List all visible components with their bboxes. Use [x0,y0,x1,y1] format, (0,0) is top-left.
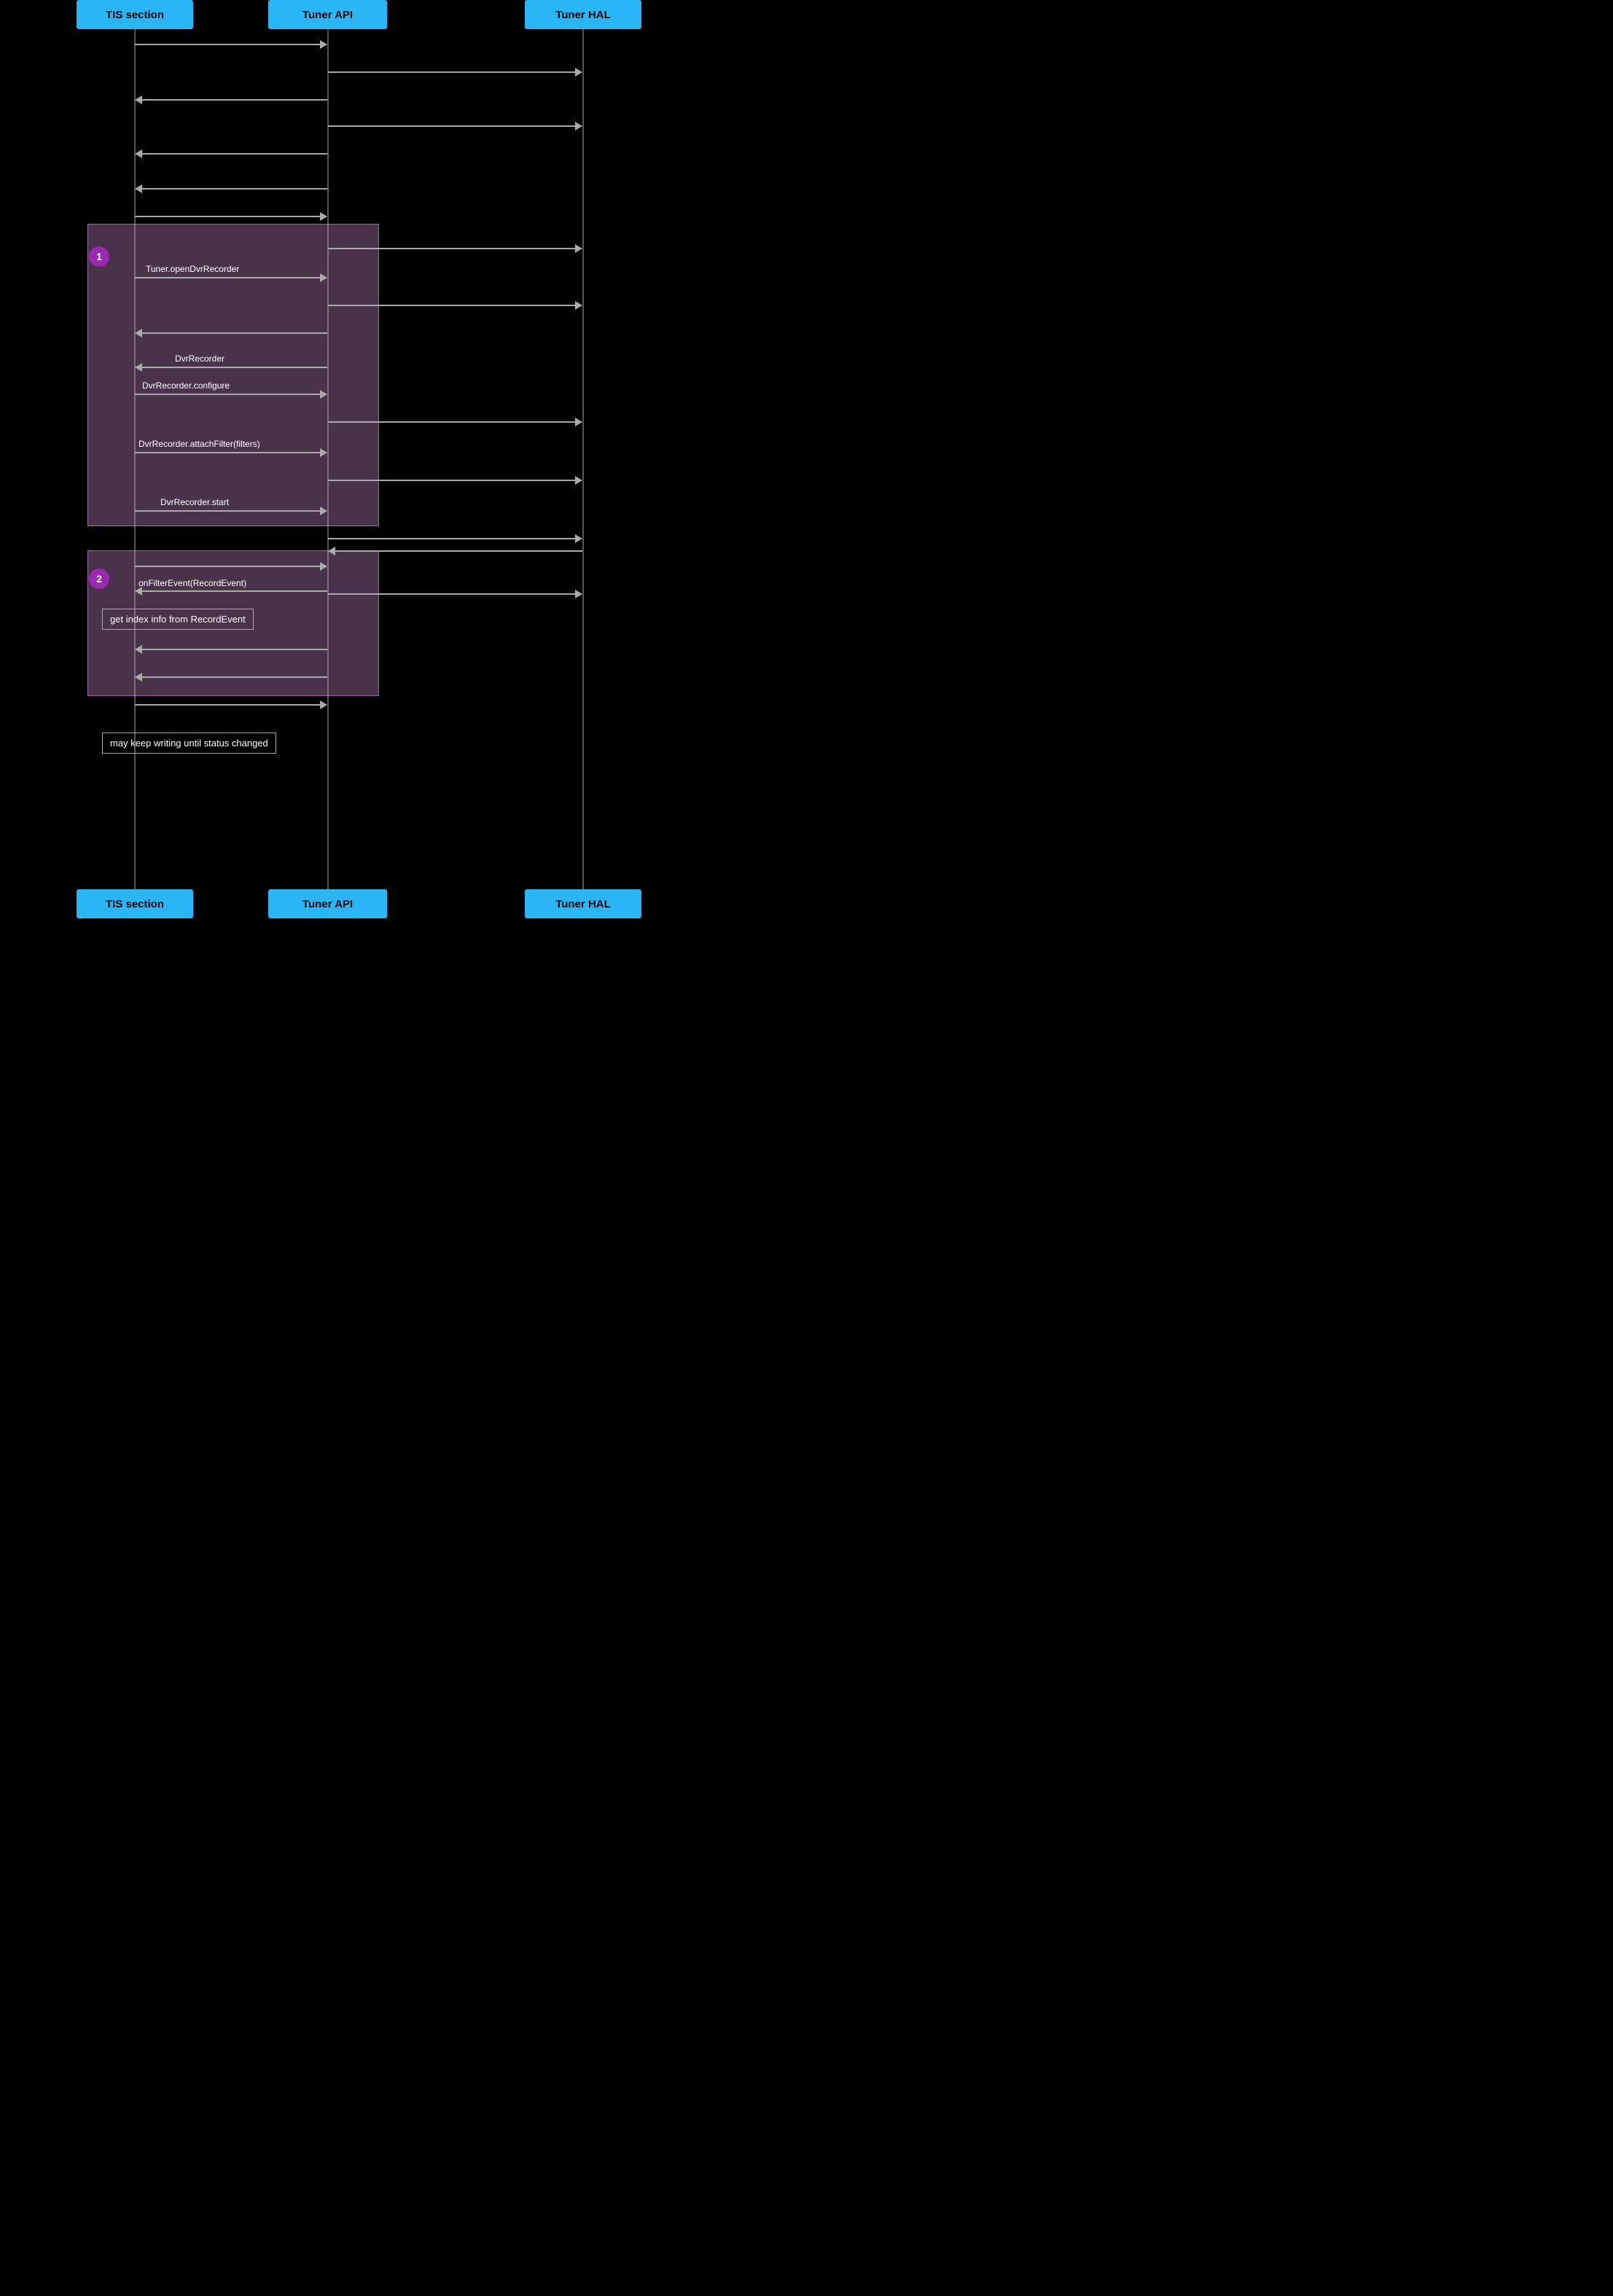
hal-header-bottom: Tuner HAL [525,889,641,918]
api-header-bottom: Tuner API [268,889,387,918]
arrow-5 [136,153,327,155]
api-header-label-bottom: Tuner API [302,898,353,910]
arrow-11 [136,332,327,334]
arrow-21 [329,550,582,552]
arrow-20 [328,593,582,595]
arrow-23 [136,649,327,650]
arrow-14 [328,421,582,423]
api-header-label-top: Tuner API [302,9,353,21]
arrow-dvr-recorder [136,367,327,368]
arrow-16 [328,480,582,481]
arrow-7 [135,216,327,217]
arrow-6 [136,188,327,190]
arrow-10 [328,305,582,306]
arrow-attach-filter [135,452,327,453]
hal-header-label-top: Tuner HAL [555,9,611,21]
label-dvr-recorder: DvrRecorder [175,354,224,364]
note-keep-writing: may keep writing until status changed [102,733,276,754]
label-on-filter: onFilterEvent(RecordEvent) [138,578,246,588]
tis-header-label-top: TIS section [106,9,164,21]
arrow-open-dvr [135,277,327,278]
hal-header-label-bottom: Tuner HAL [555,898,611,910]
label-configure: DvrRecorder.configure [142,380,230,391]
arrow-2 [328,71,582,73]
label-open-dvr: Tuner.openDvrRecorder [146,264,239,274]
hal-lifeline [582,29,584,889]
arrow-8 [328,248,582,249]
arrow-4 [328,125,582,127]
note-get-index: get index info from RecordEvent [102,609,254,630]
arrow-1 [135,44,327,45]
hal-header-top: Tuner HAL [525,0,641,29]
label-attach-filter: DvrRecorder.attachFilter(filters) [138,439,260,449]
arrow-3 [136,99,327,101]
label-start: DvrRecorder.start [160,497,229,507]
api-header-top: Tuner API [268,0,387,29]
arrow-18 [328,538,582,539]
arrow-on-filter [136,590,327,592]
tis-header-label-bottom: TIS section [106,898,164,910]
step-badge-1: 1 [89,246,109,267]
arrow-19 [135,566,327,567]
step-badge-2: 2 [89,569,109,589]
tis-header-top: TIS section [77,0,193,29]
arrow-24 [136,676,327,678]
arrow-start [135,510,327,512]
arrow-configure [135,394,327,395]
arrow-25 [135,704,327,706]
tis-header-bottom: TIS section [77,889,193,918]
